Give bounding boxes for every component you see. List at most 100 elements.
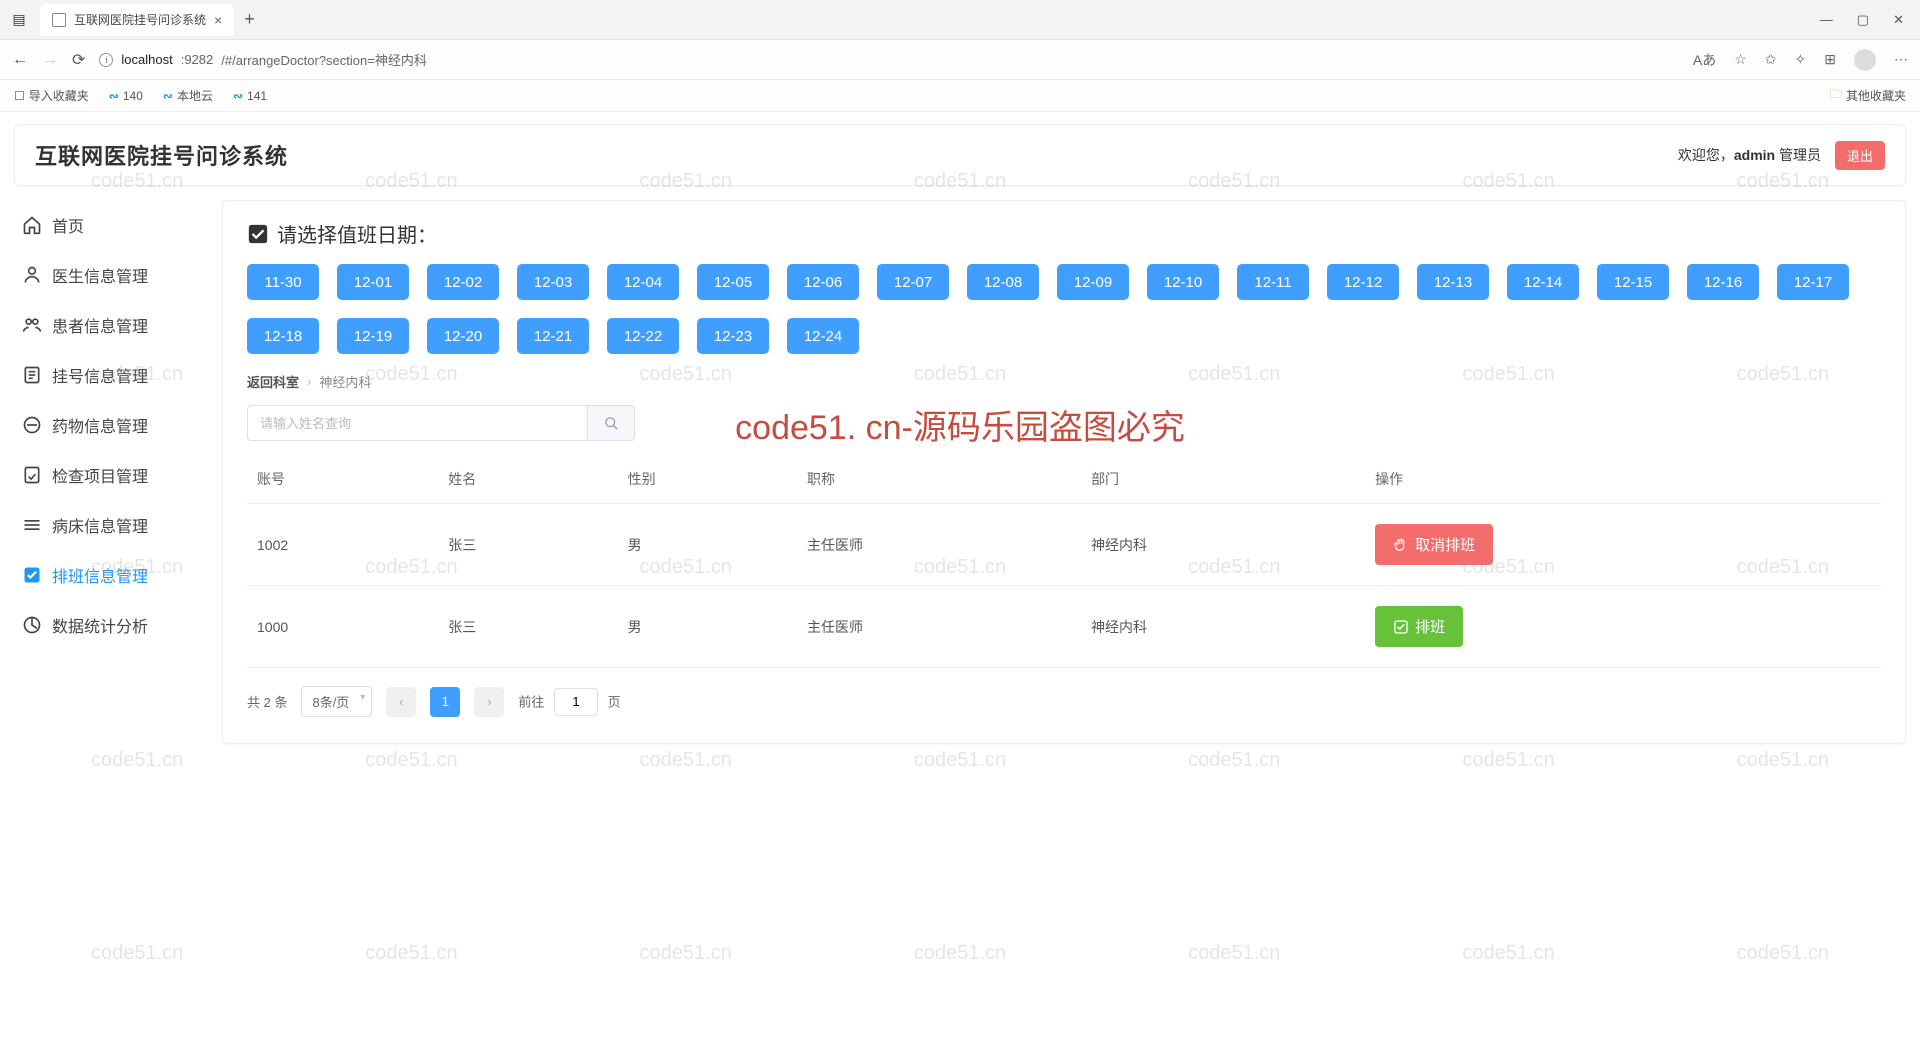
prev-page-button[interactable]: ‹ xyxy=(386,687,416,717)
sidebar-item-doctor[interactable]: 医生信息管理 xyxy=(14,250,204,300)
sidebar-item-patients[interactable]: 患者信息管理 xyxy=(14,300,204,350)
assign-schedule-button[interactable]: 排班 xyxy=(1375,606,1463,647)
import-bookmarks[interactable]: ☐ 导入收藏夹 xyxy=(14,87,89,104)
date-button[interactable]: 12-01 xyxy=(337,264,409,300)
sidebar-item-label: 病床信息管理 xyxy=(52,513,148,537)
date-button[interactable]: 12-20 xyxy=(427,318,499,354)
date-button[interactable]: 12-19 xyxy=(337,318,409,354)
date-button[interactable]: 12-09 xyxy=(1057,264,1129,300)
bookmark-item[interactable]: ∾本地云 xyxy=(163,87,213,104)
date-button[interactable]: 12-03 xyxy=(517,264,589,300)
cell-gender: 男 xyxy=(618,504,797,586)
date-button[interactable]: 12-14 xyxy=(1507,264,1579,300)
logout-button[interactable]: 退出 xyxy=(1835,141,1885,170)
sidebar-item-medicine[interactable]: 药物信息管理 xyxy=(14,400,204,450)
bookmark-item[interactable]: ∾140 xyxy=(109,89,143,103)
app-menu-icon[interactable]: ▤ xyxy=(8,9,30,31)
sidebar-item-home[interactable]: 首页 xyxy=(14,200,204,250)
date-button[interactable]: 12-07 xyxy=(877,264,949,300)
profile-avatar[interactable] xyxy=(1854,49,1876,71)
new-tab-button[interactable]: + xyxy=(244,9,255,30)
bookmark-item[interactable]: ∾141 xyxy=(233,89,267,103)
date-button[interactable]: 11-30 xyxy=(247,264,319,300)
sidebar-item-label: 排班信息管理 xyxy=(52,563,148,587)
date-button[interactable]: 12-04 xyxy=(607,264,679,300)
date-button[interactable]: 12-05 xyxy=(697,264,769,300)
favorites-icon[interactable]: ✩ xyxy=(1765,51,1777,68)
sidebar-item-label: 挂号信息管理 xyxy=(52,363,148,387)
home-icon xyxy=(22,215,42,235)
date-button[interactable]: 12-12 xyxy=(1327,264,1399,300)
next-page-button[interactable]: › xyxy=(474,687,504,717)
cell-gender: 男 xyxy=(618,586,797,668)
date-button[interactable]: 12-23 xyxy=(697,318,769,354)
date-button[interactable]: 12-02 xyxy=(427,264,499,300)
sidebar-item-label: 医生信息管理 xyxy=(52,263,148,287)
date-button[interactable]: 12-24 xyxy=(787,318,859,354)
sidebar-item-register[interactable]: 挂号信息管理 xyxy=(14,350,204,400)
date-button[interactable]: 12-16 xyxy=(1687,264,1759,300)
goto-input[interactable] xyxy=(554,688,598,716)
date-button[interactable]: 12-21 xyxy=(517,318,589,354)
back-icon[interactable]: ← xyxy=(12,51,28,69)
close-tab-icon[interactable]: × xyxy=(214,12,222,28)
date-button[interactable]: 12-18 xyxy=(247,318,319,354)
page-size-select[interactable]: 8条/页 xyxy=(301,686,372,717)
star-icon[interactable]: ☆ xyxy=(1734,51,1747,68)
window-controls: — ▢ ✕ xyxy=(1820,12,1912,28)
reading-list-icon[interactable]: ✧ xyxy=(1795,51,1807,68)
sidebar-item-bed[interactable]: 病床信息管理 xyxy=(14,500,204,550)
table-row: 1002张三男主任医师神经内科取消排班 xyxy=(247,504,1881,586)
column-header: 操作 xyxy=(1365,455,1881,504)
toolbar-icons: Aあ ☆ ✩ ✧ ⊞ ⋯ xyxy=(1693,49,1908,71)
doctor-icon xyxy=(22,265,42,285)
date-button[interactable]: 12-13 xyxy=(1417,264,1489,300)
url-path: /#/arrangeDoctor?section=神经内科 xyxy=(221,50,427,69)
maximize-icon[interactable]: ▢ xyxy=(1857,12,1869,28)
app-root: 互联网医院挂号问诊系统 欢迎您，admin 管理员 退出 首页医生信息管理患者信… xyxy=(0,112,1920,756)
cell-name: 张三 xyxy=(438,504,617,586)
patients-icon xyxy=(22,315,42,335)
cancel-schedule-button[interactable]: 取消排班 xyxy=(1375,524,1493,565)
date-button[interactable]: 12-15 xyxy=(1597,264,1669,300)
breadcrumb-current: 神经内科 xyxy=(319,372,371,391)
sidebar-item-label: 药物信息管理 xyxy=(52,413,148,437)
close-window-icon[interactable]: ✕ xyxy=(1893,12,1904,28)
main-panel: 请选择值班日期： 11-3012-0112-0212-0312-0412-051… xyxy=(222,200,1906,744)
page-number-button[interactable]: 1 xyxy=(430,687,460,717)
date-button[interactable]: 12-11 xyxy=(1237,264,1309,300)
goto-page: 前往 页 xyxy=(518,688,620,716)
other-bookmarks[interactable]: 🗀其他收藏夹 xyxy=(1830,85,1906,106)
breadcrumb-back[interactable]: 返回科室 xyxy=(247,372,299,391)
date-button-group: 11-30 12-01 12-02 12-03 12-04 12-05 12-06 12-07… xyxy=(247,264,1881,354)
site-info-icon[interactable]: i xyxy=(99,53,113,67)
search-button[interactable] xyxy=(587,405,635,441)
date-button[interactable]: 12-10 xyxy=(1147,264,1219,300)
sidebar-item-checkup[interactable]: 检查项目管理 xyxy=(14,450,204,500)
read-aloud-icon[interactable]: Aあ xyxy=(1693,50,1716,70)
date-button[interactable]: 12-22 xyxy=(607,318,679,354)
more-icon[interactable]: ⋯ xyxy=(1894,51,1908,68)
link-icon: ∾ xyxy=(233,89,243,103)
checkbox-checked-icon xyxy=(247,223,269,245)
url-field[interactable]: i localhost:9282/#/arrangeDoctor?section… xyxy=(99,50,1678,69)
stats-icon xyxy=(22,615,42,635)
forward-icon[interactable]: → xyxy=(42,51,58,69)
cell-op: 排班 xyxy=(1365,586,1881,668)
date-button[interactable]: 12-17 xyxy=(1777,264,1849,300)
app-header: 互联网医院挂号问诊系统 欢迎您，admin 管理员 退出 xyxy=(14,124,1906,186)
browser-tab[interactable]: 互联网医院挂号问诊系统 × xyxy=(40,4,234,36)
minimize-icon[interactable]: — xyxy=(1820,12,1833,28)
cell-name: 张三 xyxy=(438,586,617,668)
search-input[interactable] xyxy=(247,405,587,441)
sidebar-item-schedule[interactable]: 排班信息管理 xyxy=(14,550,204,600)
sidebar: 首页医生信息管理患者信息管理挂号信息管理药物信息管理检查项目管理病床信息管理排班… xyxy=(14,200,204,744)
sidebar-item-stats[interactable]: 数据统计分析 xyxy=(14,600,204,650)
date-button[interactable]: 12-08 xyxy=(967,264,1039,300)
column-header: 职称 xyxy=(797,455,1081,504)
date-button[interactable]: 12-06 xyxy=(787,264,859,300)
collections-icon[interactable]: ⊞ xyxy=(1824,51,1836,68)
username: admin xyxy=(1734,147,1775,163)
total-text: 共 2 条 xyxy=(247,692,287,711)
refresh-icon[interactable]: ⟳ xyxy=(72,50,85,70)
